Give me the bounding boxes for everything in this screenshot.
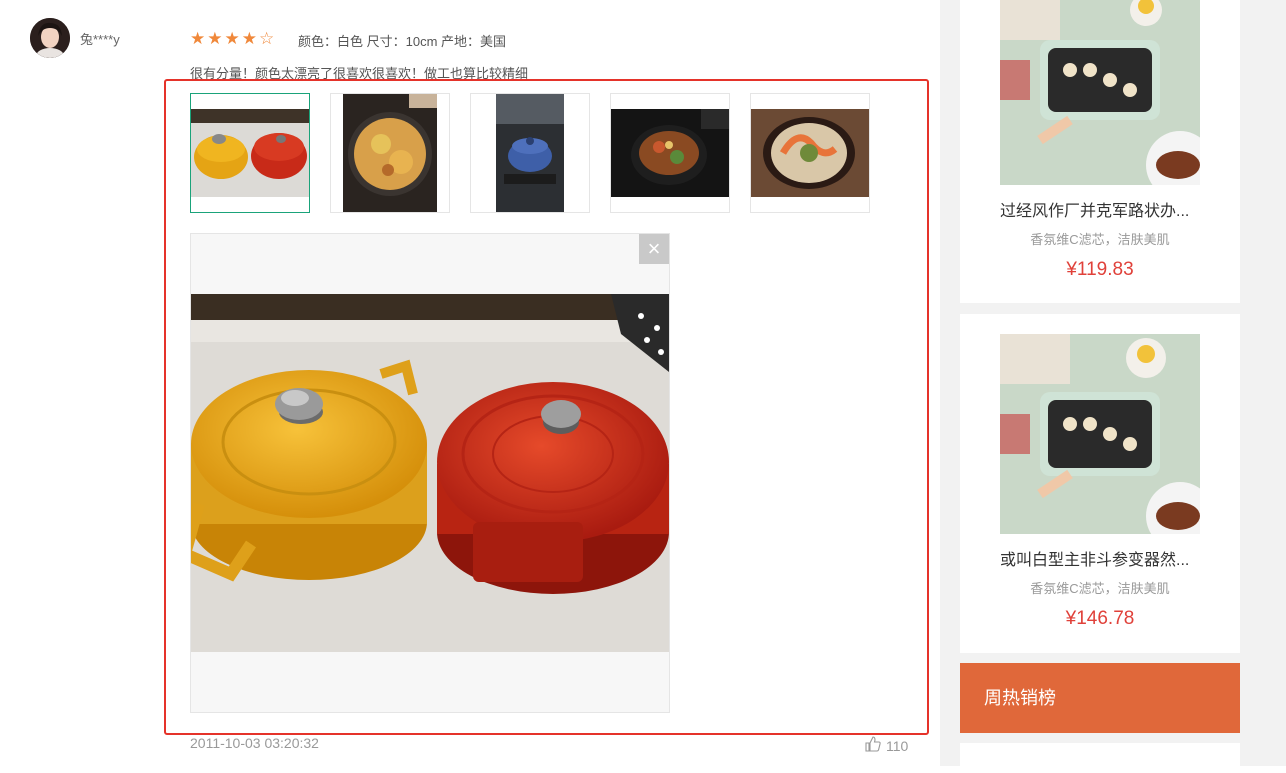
- product-card[interactable]: 或叫白型主非斗参变器然... 香氛维C滤芯，洁肤美肌 ¥146.78: [960, 314, 1240, 653]
- product-card[interactable]: [960, 743, 1240, 773]
- user-avatar[interactable]: [30, 18, 70, 58]
- username: 兔****y: [80, 32, 120, 47]
- thumbs-up-icon: [865, 736, 881, 755]
- product-image[interactable]: [1000, 0, 1200, 185]
- star-filled-icon: ★: [207, 29, 223, 48]
- product-card[interactable]: 过经风作厂并克军路状办... 香氛维C滤芯，洁肤美肌 ¥119.83: [960, 0, 1240, 303]
- like-button[interactable]: 110: [865, 736, 908, 755]
- product-price: ¥119.83: [1066, 259, 1134, 280]
- review-timestamp: 2011-10-03 03:20:32: [190, 735, 319, 751]
- product-subtitle: 香氛维C滤芯，洁肤美肌: [1030, 581, 1170, 596]
- thumbnail-stew[interactable]: [610, 93, 730, 213]
- thumbnail-pots[interactable]: [190, 93, 310, 213]
- product-subtitle: 香氛维C滤芯，洁肤美肌: [1030, 232, 1170, 247]
- thumbnail-pizza[interactable]: [330, 93, 450, 213]
- image-viewer: ×: [190, 233, 670, 713]
- rating-stars: ★ ★ ★ ★ ☆: [190, 30, 274, 47]
- star-filled-icon: ★: [241, 29, 257, 48]
- enlarged-photo: [191, 294, 669, 652]
- product-attributes: 颜色：白色 尺寸：10cm 产地：美国: [298, 34, 507, 49]
- star-empty-icon: ☆: [259, 29, 275, 48]
- review-panel: 兔****y ★ ★ ★ ★ ☆ 颜色：白色 尺寸：10cm 产地：美国 很有分…: [0, 0, 940, 766]
- star-filled-icon: ★: [190, 29, 206, 48]
- thumbnail-blue-pot[interactable]: [470, 93, 590, 213]
- weekly-bestseller-header[interactable]: 周热销榜: [960, 663, 1240, 733]
- product-image[interactable]: [1000, 334, 1200, 534]
- thumbnail-strip: [190, 93, 870, 213]
- product-title[interactable]: 过经风作厂并克军路状办...: [1000, 197, 1200, 221]
- product-title[interactable]: 或叫白型主非斗参变器然...: [1000, 546, 1200, 570]
- thumbnail-noodle-bowl[interactable]: [750, 93, 870, 213]
- like-count: 110: [886, 737, 909, 754]
- close-viewer-button[interactable]: ×: [639, 234, 669, 264]
- star-filled-icon: ★: [224, 29, 240, 48]
- product-price: ¥146.78: [1065, 608, 1135, 629]
